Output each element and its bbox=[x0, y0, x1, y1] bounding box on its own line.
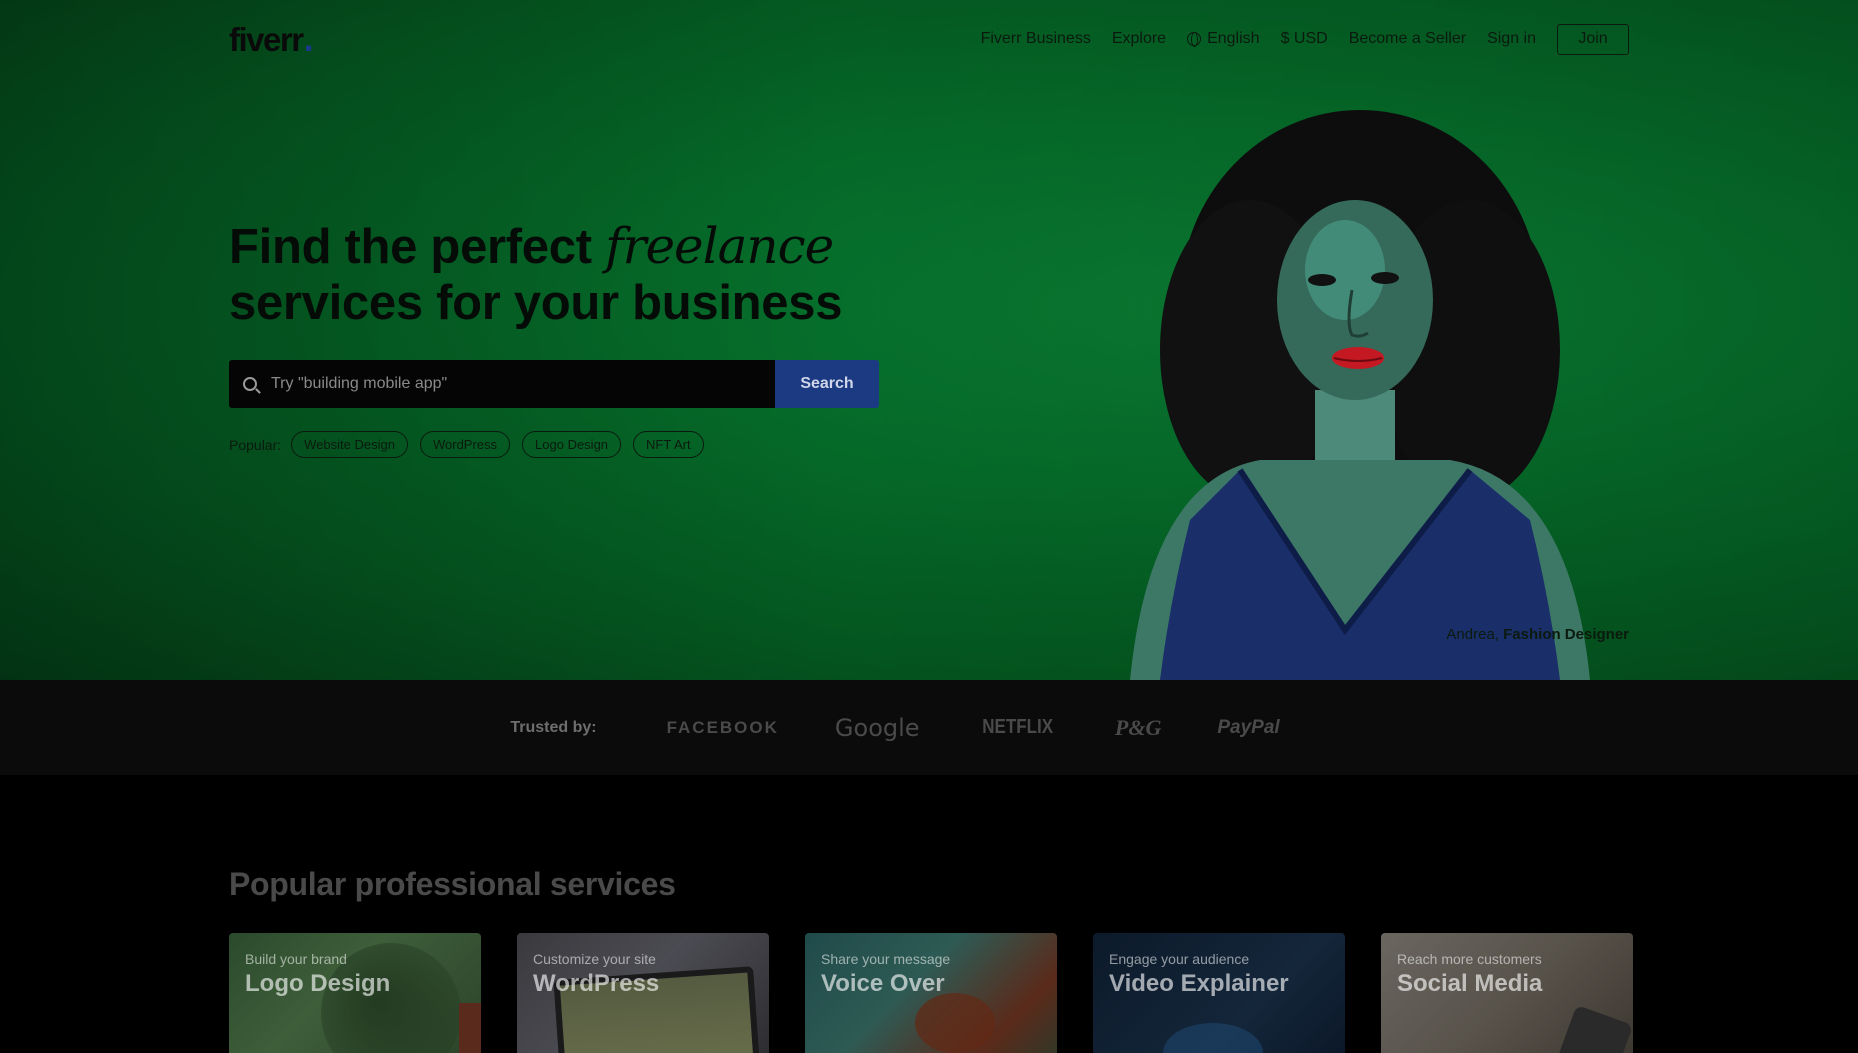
nav-sign-in[interactable]: Sign in bbox=[1487, 30, 1536, 48]
nav-links: Fiverr Business Explore English $ USD Be… bbox=[960, 23, 1629, 55]
card-title: Social Media bbox=[1397, 970, 1543, 997]
brand-logo-pg: P&G bbox=[1114, 714, 1162, 740]
brand-logo-paypal: PayPal bbox=[1217, 716, 1280, 738]
join-button[interactable]: Join bbox=[1557, 23, 1629, 55]
search-button[interactable]: Search bbox=[775, 360, 879, 408]
nav-explore[interactable]: Explore bbox=[1112, 30, 1166, 48]
card-image bbox=[1552, 1004, 1633, 1053]
card-image bbox=[1163, 1023, 1263, 1053]
card-image-deco bbox=[459, 1003, 481, 1053]
services-title: Popular professional services bbox=[229, 866, 676, 902]
nav-language[interactable]: English bbox=[1187, 30, 1260, 48]
card-subtitle: Engage your audience bbox=[1109, 951, 1250, 967]
hero-caption: Andrea, Fashion Designer bbox=[1446, 626, 1629, 643]
brand-logo-netflix: NETFLIX bbox=[981, 716, 1053, 738]
card-subtitle: Customize your site bbox=[533, 951, 656, 967]
search-bar: Search bbox=[229, 360, 879, 408]
card-subtitle: Build your brand bbox=[245, 951, 347, 967]
popular-label: Popular: bbox=[229, 436, 282, 453]
card-image bbox=[915, 993, 995, 1053]
hero-headline: Find the perfect freelance services for … bbox=[229, 218, 929, 331]
card-subtitle: Share your message bbox=[821, 951, 951, 967]
nav-currency[interactable]: $ USD bbox=[1281, 30, 1328, 48]
popular-tag-nft-art[interactable]: NFT Art bbox=[633, 431, 704, 458]
popular-tag-wordpress[interactable]: WordPress bbox=[419, 431, 511, 458]
nav-become-seller[interactable]: Become a Seller bbox=[1349, 30, 1466, 48]
brand-logo-facebook: FACEBOOK bbox=[666, 717, 779, 737]
card-title: WordPress bbox=[533, 970, 660, 997]
trusted-by-bar: Trusted by: FACEBOOK Google NETFLIX P&G … bbox=[0, 680, 1858, 775]
card-title: Voice Over bbox=[821, 970, 945, 997]
hero-person-image bbox=[1130, 110, 1590, 680]
search-field bbox=[229, 360, 775, 408]
brand-logo-google: Google bbox=[834, 713, 920, 742]
search-icon bbox=[243, 377, 257, 391]
popular-tag-logo-design[interactable]: Logo Design bbox=[522, 431, 622, 458]
card-subtitle: Reach more customers bbox=[1397, 951, 1542, 967]
services-cards: Build your brand Logo Design Customize y… bbox=[229, 933, 1633, 1053]
headline-part2: services for your business bbox=[229, 276, 843, 330]
nav-language-label: English bbox=[1207, 30, 1260, 47]
trusted-inner: Trusted by: FACEBOOK Google NETFLIX P&G … bbox=[510, 714, 1307, 742]
hero-section: fiverr. Fiverr Business Explore English … bbox=[0, 0, 1858, 680]
globe-icon bbox=[1187, 32, 1202, 47]
card-title: Video Explainer bbox=[1109, 970, 1289, 997]
card-title: Logo Design bbox=[245, 970, 391, 997]
service-card-voice-over[interactable]: Share your message Voice Over bbox=[805, 933, 1057, 1053]
caption-name: Andrea, bbox=[1446, 626, 1499, 643]
logo-dot: . bbox=[303, 18, 314, 59]
trusted-label: Trusted by: bbox=[510, 718, 597, 736]
popular-tags: Popular: Website Design WordPress Logo D… bbox=[229, 431, 716, 458]
headline-part1: Find the perfect bbox=[229, 220, 606, 274]
nav-fiverr-business[interactable]: Fiverr Business bbox=[981, 30, 1091, 48]
top-nav: fiverr. Fiverr Business Explore English … bbox=[229, 18, 1629, 59]
service-card-wordpress[interactable]: Customize your site WordPress bbox=[517, 933, 769, 1053]
service-card-video-explainer[interactable]: Engage your audience Video Explainer bbox=[1093, 933, 1345, 1053]
service-card-logo-design[interactable]: Build your brand Logo Design bbox=[229, 933, 481, 1053]
fiverr-logo[interactable]: fiverr. bbox=[229, 18, 314, 59]
search-input[interactable] bbox=[271, 375, 775, 393]
caption-role: Fashion Designer bbox=[1503, 626, 1629, 643]
service-card-social-media[interactable]: Reach more customers Social Media bbox=[1381, 933, 1633, 1053]
headline-italic: freelance bbox=[605, 217, 834, 275]
popular-tag-website-design[interactable]: Website Design bbox=[291, 431, 408, 458]
logo-text: fiverr bbox=[229, 21, 304, 58]
